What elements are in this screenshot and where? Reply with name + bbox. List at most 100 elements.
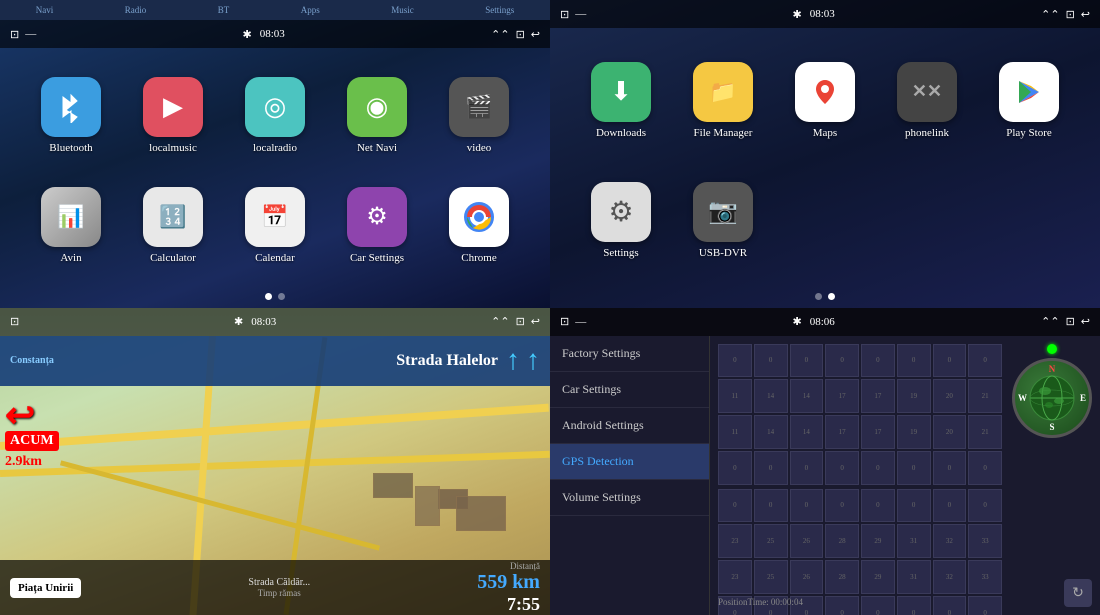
app-avin-label: Avin (60, 252, 81, 264)
page-dots-q2 (550, 293, 1100, 308)
apps-grid-q2: ⬇ Downloads 📁 File Manager Maps ✕ (550, 28, 1100, 293)
app-filemanager-label: File Manager (694, 127, 753, 139)
gps-grid-row3: 0 0 0 0 0 0 0 0 (718, 451, 1002, 485)
signal-icon-q2: ⌃⌃ (1041, 8, 1059, 21)
map-piata-unirii: Piața Unirii (10, 578, 81, 598)
app-calendar[interactable]: 📅 Calendar (224, 170, 326, 280)
app-calendar-label: Calendar (255, 252, 295, 264)
back-icon-q2[interactable]: ↩ (1081, 8, 1090, 21)
carsettings-app-icon: ⚙ (347, 187, 407, 247)
map-turn-arrow: ↩ (5, 394, 59, 436)
compass-widget: N S W E (1012, 344, 1092, 424)
bluetooth-icon-q3: ✱ (234, 315, 243, 328)
apps-grid-q1: Bluetooth ▶ localmusic ◎ localradio ◉ Ne… (0, 48, 550, 293)
map-bottom-bar: Piața Unirii Strada Căldăr... Timp rămas… (0, 560, 550, 615)
back-icon-q3[interactable]: ↩ (531, 315, 540, 328)
nav-apps[interactable]: Apps (295, 0, 326, 20)
nav-navi[interactable]: Navi (30, 0, 60, 20)
map-street: Strada Halelor (396, 352, 498, 370)
gps-refresh-button[interactable]: ↻ (1064, 579, 1092, 607)
app-netnavi[interactable]: ◉ Net Navi (326, 60, 428, 170)
home-icon: ⊡ (10, 28, 19, 41)
localmusic-app-icon: ▶ (143, 77, 203, 137)
app-empty-1 (774, 160, 876, 280)
settings-volume[interactable]: Volume Settings (550, 480, 709, 516)
app-filemanager[interactable]: 📁 File Manager (672, 40, 774, 160)
dot-1[interactable] (265, 293, 272, 300)
back-icon[interactable]: ↩ (531, 28, 540, 41)
bluetooth-icon: ✱ (243, 28, 252, 41)
nav-music[interactable]: Music (385, 0, 420, 20)
app-phonelink-label: phonelink (905, 127, 949, 139)
avin-app-icon: 📊 (41, 187, 101, 247)
phonelink-app-icon: ✕✕ (897, 62, 957, 122)
compass-south: S (1049, 422, 1054, 432)
minimize-icon: — (25, 28, 36, 40)
nav-top-bar: Navi Radio BT Apps Music Settings (0, 0, 550, 20)
app-maps[interactable]: Maps (774, 40, 876, 160)
dot-q2-1[interactable] (815, 293, 822, 300)
nav-settings-tab[interactable]: Settings (479, 0, 520, 20)
settings-android[interactable]: Android Settings (550, 408, 709, 444)
nav-bt[interactable]: BT (212, 0, 236, 20)
app-chrome-label: Chrome (461, 252, 496, 264)
app-downloads-label: Downloads (596, 127, 646, 139)
app-video-label: video (467, 142, 491, 154)
app-playstore[interactable]: Play Store (978, 40, 1080, 160)
back-icon-q4[interactable]: ↩ (1081, 315, 1090, 328)
bluetooth-icon-q2: ✱ (793, 8, 802, 21)
app-settings[interactable]: ⚙ Settings (570, 160, 672, 280)
compass-west: W (1018, 393, 1027, 403)
app-chrome[interactable]: Chrome (428, 170, 530, 280)
video-app-icon: 🎬 (449, 77, 509, 137)
settings-car[interactable]: Car Settings (550, 372, 709, 408)
signal-icon-q4: ⌃⌃ (1041, 315, 1059, 328)
app-carsettings-label: Car Settings (350, 252, 404, 264)
map-strada-info: Strada Căldăr... Timp rămas (248, 577, 310, 598)
time-q1: 08:03 (260, 28, 285, 40)
dot-2[interactable] (278, 293, 285, 300)
nav-radio[interactable]: Radio (119, 0, 153, 20)
app-calculator[interactable]: 🔢 Calculator (122, 170, 224, 280)
settings-gps[interactable]: GPS Detection (550, 444, 709, 480)
screen-icon-q2: ⊡ (1066, 8, 1075, 21)
compass-north: N (1049, 364, 1056, 374)
calculator-app-icon: 🔢 (143, 187, 203, 247)
netnavi-app-icon: ◉ (347, 77, 407, 137)
app-avin[interactable]: 📊 Avin (20, 170, 122, 280)
bluetooth-app-icon (41, 77, 101, 137)
localradio-app-icon: ◎ (245, 77, 305, 137)
quadrant-android-home-2: ⊡ — ✱ 08:03 ⌃⌃ ⊡ ↩ ⬇ Downloads 📁 File Ma… (550, 0, 1100, 308)
settings-factory[interactable]: Factory Settings (550, 336, 709, 372)
app-phonelink[interactable]: ✕✕ phonelink (876, 40, 978, 160)
app-maps-label: Maps (813, 127, 837, 139)
usbdvr-app-icon: 📷 (693, 182, 753, 242)
home-icon-q4: ⊡ (560, 315, 569, 328)
time-q3: 08:03 (251, 316, 276, 328)
minimize-icon-q4: — (575, 316, 586, 328)
app-localmusic-label: localmusic (149, 142, 197, 154)
settings-app-icon: ⚙ (591, 182, 651, 242)
calendar-app-icon: 📅 (245, 187, 305, 247)
app-localradio-label: localradio (253, 142, 297, 154)
app-bluetooth-label: Bluetooth (49, 142, 92, 154)
app-usbdvr[interactable]: 📷 USB-DVR (672, 160, 774, 280)
settings-content: Factory Settings Car Settings Android Se… (550, 336, 1100, 615)
map-dist-left: 2.9km (5, 454, 59, 470)
app-bluetooth[interactable]: Bluetooth (20, 60, 122, 170)
dot-q2-2[interactable] (828, 293, 835, 300)
app-localradio[interactable]: ◎ localradio (224, 60, 326, 170)
screen-icon-q3: ⊡ (516, 315, 525, 328)
app-empty-3 (978, 160, 1080, 280)
app-downloads[interactable]: ⬇ Downloads (570, 40, 672, 160)
app-calculator-label: Calculator (150, 252, 196, 264)
app-carsettings[interactable]: ⚙ Car Settings (326, 170, 428, 280)
status-bar-q2: ⊡ — ✱ 08:03 ⌃⌃ ⊡ ↩ (550, 0, 1100, 28)
app-video[interactable]: 🎬 video (428, 60, 530, 170)
map-time-value: 7:55 (477, 594, 540, 615)
app-localmusic[interactable]: ▶ localmusic (122, 60, 224, 170)
playstore-app-icon (999, 62, 1059, 122)
bluetooth-icon-q4: ✱ (793, 315, 802, 328)
filemanager-app-icon: 📁 (693, 62, 753, 122)
map-direction-arrows: ↑ ↑ (506, 345, 540, 377)
